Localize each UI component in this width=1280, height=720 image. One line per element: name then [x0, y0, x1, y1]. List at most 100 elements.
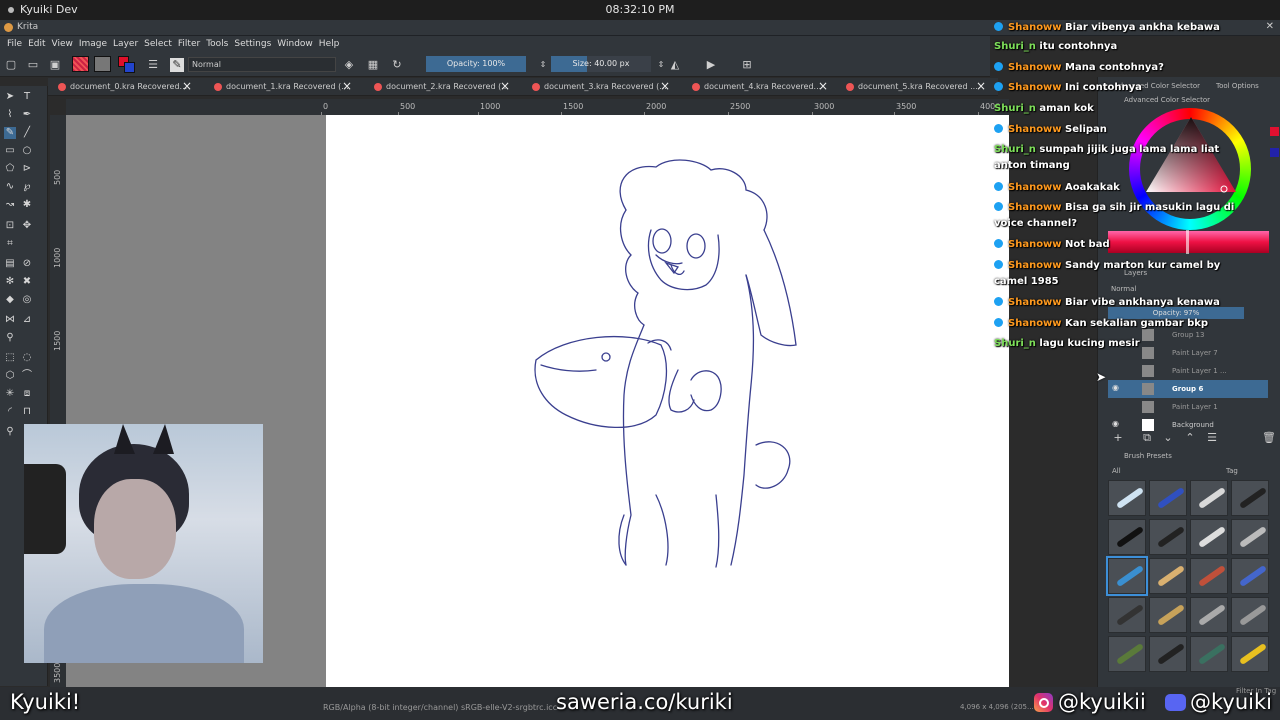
reload-preset-icon[interactable]: ↻ — [390, 58, 404, 72]
freehand-select-tool-icon[interactable]: ⌒ — [21, 370, 33, 382]
close-tab-icon[interactable]: × — [342, 79, 352, 93]
brush-preset[interactable] — [1190, 558, 1228, 594]
delete-layer-icon[interactable]: 🗑 — [1262, 431, 1276, 445]
move-layer-down-icon[interactable]: ⌄ — [1161, 431, 1175, 445]
menu-tools[interactable]: Tools — [205, 36, 233, 53]
close-tab-icon[interactable]: × — [500, 79, 510, 93]
brush-preset[interactable] — [1149, 519, 1187, 555]
layer-row[interactable]: Paint Layer 1 ... — [1108, 362, 1268, 380]
brush-preset[interactable] — [1108, 480, 1146, 516]
measure-tool-icon[interactable]: ⊿ — [21, 314, 33, 326]
menu-help[interactable]: Help — [318, 36, 345, 53]
visibility-eye-icon[interactable]: ◉ — [1112, 419, 1119, 428]
dynamic-brush-tool-icon[interactable]: ↝ — [4, 199, 16, 211]
fill-tool-icon[interactable]: ◆ — [4, 294, 16, 306]
text-tool-icon[interactable]: T — [21, 91, 33, 103]
bezier-tool-icon[interactable]: ∿ — [4, 181, 16, 193]
edit-shape-tool-icon[interactable]: ⌇ — [4, 109, 16, 121]
reference-tool-icon[interactable]: ⚲ — [4, 332, 16, 344]
rect-select-tool-icon[interactable]: ⬚ — [4, 352, 16, 364]
brush-preset[interactable] — [1149, 558, 1187, 594]
menu-window[interactable]: Window — [276, 36, 318, 53]
blend-mode-select[interactable]: Normal — [188, 57, 336, 72]
brush-preset[interactable] — [1190, 519, 1228, 555]
tab-document-1[interactable]: document_1.kra Recovered (... × — [204, 78, 352, 96]
freehand-brush-tool-icon[interactable]: ✎ — [4, 127, 16, 139]
smart-patch-tool-icon[interactable]: ✖ — [21, 276, 33, 288]
new-document-icon[interactable]: ▢ — [4, 58, 18, 72]
transform-tool-icon[interactable]: ⌗ — [4, 238, 16, 250]
menu-select[interactable]: Select — [143, 36, 177, 53]
gradient-tool-icon[interactable]: ▤ — [4, 258, 16, 270]
side-swatch[interactable] — [1270, 127, 1279, 136]
brush-preset-selected[interactable] — [1106, 556, 1148, 596]
magnetic-select-tool-icon[interactable]: ⊓ — [21, 406, 33, 418]
crop-tool-icon[interactable]: ⊡ — [4, 220, 16, 232]
tab-document-2[interactable]: document_2.kra Recovered (... × — [364, 78, 510, 96]
brush-preset-icon[interactable]: ✎ — [170, 58, 184, 72]
layer-row[interactable]: ◉ Group 6 — [1108, 380, 1268, 398]
menu-file[interactable]: File — [6, 36, 27, 53]
save-document-icon[interactable]: ▣ — [48, 58, 62, 72]
brush-preset[interactable] — [1149, 480, 1187, 516]
brush-preset[interactable] — [1149, 597, 1187, 633]
color-picker-tool-icon[interactable]: ⊘ — [21, 258, 33, 270]
brush-preset[interactable] — [1231, 597, 1269, 633]
brush-preset[interactable] — [1231, 480, 1269, 516]
brush-filter-select[interactable]: All — [1112, 467, 1121, 475]
brush-preset[interactable] — [1231, 519, 1269, 555]
background-color-swatch[interactable] — [124, 62, 135, 73]
menu-image[interactable]: Image — [78, 36, 112, 53]
menu-filter[interactable]: Filter — [177, 36, 205, 53]
polygon-tool-icon[interactable]: ⬠ — [4, 163, 16, 175]
side-swatch[interactable] — [1270, 148, 1279, 157]
select-shape-tool-icon[interactable]: ➤ — [4, 91, 16, 103]
brush-preset[interactable] — [1149, 636, 1187, 672]
enclose-fill-tool-icon[interactable]: ◎ — [21, 294, 33, 306]
open-document-icon[interactable]: ▭ — [26, 58, 40, 72]
brush-preset[interactable] — [1108, 636, 1146, 672]
move-tool-icon[interactable]: ✥ — [21, 220, 33, 232]
mirror-horizontal-icon[interactable]: ◭ — [668, 58, 682, 72]
brush-settings-icon[interactable]: ☰ — [146, 58, 160, 72]
line-tool-icon[interactable]: ╱ — [21, 127, 33, 139]
multibrush-tool-icon[interactable]: ✱ — [21, 199, 33, 211]
polyline-tool-icon[interactable]: ⊳ — [21, 163, 33, 175]
ellipse-tool-icon[interactable]: ○ — [21, 145, 33, 157]
close-tab-icon[interactable]: × — [660, 79, 670, 93]
tab-document-3[interactable]: document_3.kra Recovered (... × — [522, 78, 670, 96]
menu-settings[interactable]: Settings — [233, 36, 276, 53]
opacity-spin-icon[interactable]: ⇕ — [536, 58, 550, 72]
close-tab-icon[interactable]: × — [976, 79, 986, 93]
menu-layer[interactable]: Layer — [112, 36, 143, 53]
add-layer-icon[interactable]: + — [1111, 431, 1125, 445]
layer-properties-icon[interactable]: ☰ — [1205, 431, 1219, 445]
pattern-swatch[interactable] — [94, 56, 111, 72]
brush-tag-button[interactable]: Tag — [1226, 467, 1238, 475]
brush-preset[interactable] — [1231, 636, 1269, 672]
wrap-around-icon[interactable]: ⊞ — [740, 58, 754, 72]
size-slider[interactable]: Size: 40.00 px — [551, 56, 651, 72]
colorize-mask-tool-icon[interactable]: ✻ — [4, 276, 16, 288]
brush-preset[interactable] — [1190, 597, 1228, 633]
size-spin-icon[interactable]: ⇕ — [654, 58, 668, 72]
move-layer-up-icon[interactable]: ⌃ — [1183, 431, 1197, 445]
gradient-swatch[interactable] — [72, 56, 89, 72]
bezier-select-tool-icon[interactable]: ◜ — [4, 406, 16, 418]
close-tab-icon[interactable]: × — [182, 79, 192, 93]
freehand-path-tool-icon[interactable]: ℘ — [21, 181, 33, 193]
similar-select-tool-icon[interactable]: ⧈ — [21, 388, 33, 400]
alpha-lock-icon[interactable]: ▦ — [366, 58, 380, 72]
opacity-slider[interactable]: Opacity: 100% — [426, 56, 526, 72]
brush-preset[interactable] — [1190, 636, 1228, 672]
ellipse-select-tool-icon[interactable]: ◌ — [21, 352, 33, 364]
contiguous-select-tool-icon[interactable]: ✳ — [4, 388, 16, 400]
zoom-tool-icon[interactable]: ⚲ — [4, 426, 16, 438]
calligraphy-tool-icon[interactable]: ✒ — [21, 109, 33, 121]
menu-view[interactable]: View — [51, 36, 78, 53]
brush-preset[interactable] — [1108, 519, 1146, 555]
brush-preset[interactable] — [1108, 597, 1146, 633]
brush-preset[interactable] — [1190, 480, 1228, 516]
assistant-tool-icon[interactable]: ⋈ — [4, 314, 16, 326]
rectangle-tool-icon[interactable]: ▭ — [4, 145, 16, 157]
